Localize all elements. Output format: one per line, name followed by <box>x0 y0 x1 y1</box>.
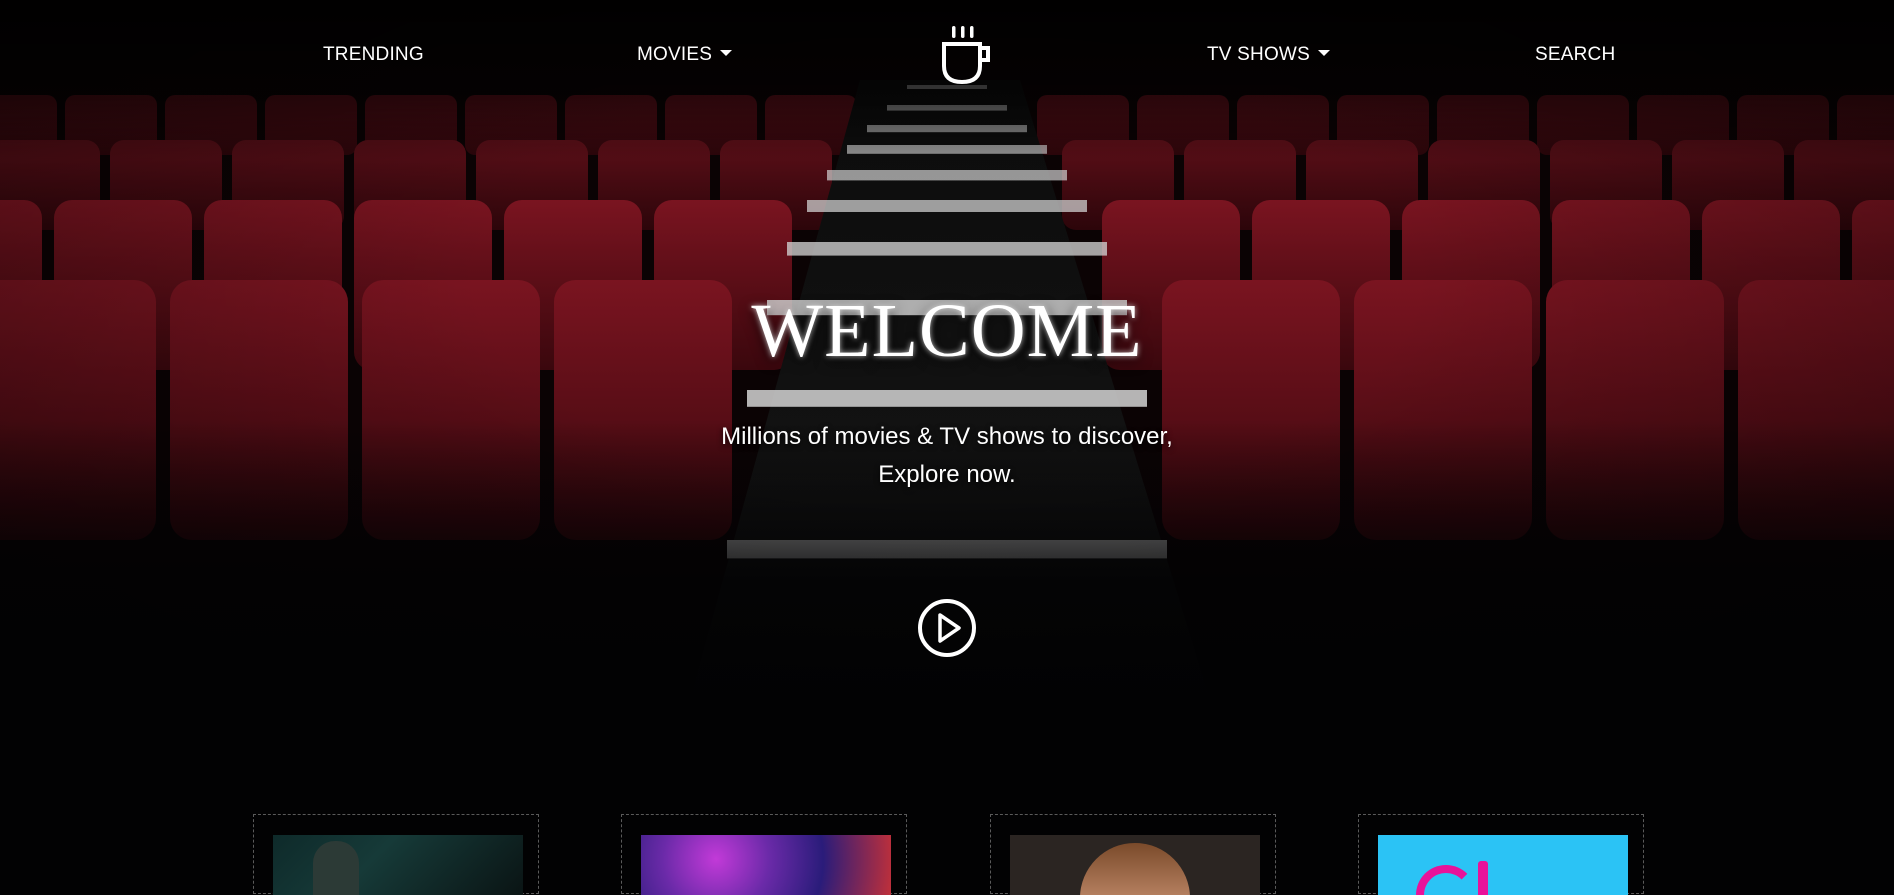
caret-down-icon <box>720 49 733 56</box>
movie-poster <box>1378 835 1628 895</box>
nav-search-link[interactable]: SEARCH <box>1535 44 1615 66</box>
movie-poster <box>273 835 523 895</box>
movie-poster <box>641 835 891 895</box>
coffee-cup-icon[interactable] <box>940 26 992 86</box>
hero-subtitle-line-2: Explore now. <box>878 461 1016 488</box>
movie-card[interactable] <box>253 814 539 895</box>
hero-subtitle-line-1: Millions of movies & TV shows to discove… <box>721 423 1173 450</box>
movie-card[interactable] <box>1358 814 1644 895</box>
play-circle-icon[interactable] <box>917 598 977 658</box>
nav-tv-shows-dropdown[interactable]: TV SHOWS <box>1207 44 1330 66</box>
movie-card[interactable] <box>990 814 1276 895</box>
movie-card[interactable] <box>621 814 907 895</box>
nav-trending-link[interactable]: TRENDING <box>323 44 424 66</box>
nav-movies-label: MOVIES <box>637 44 713 65</box>
nav-tv-shows-label: TV SHOWS <box>1207 44 1310 65</box>
caret-down-icon <box>1317 49 1330 56</box>
nav-movies-dropdown[interactable]: MOVIES <box>637 44 733 66</box>
hero-title: WELCOME <box>751 289 1143 373</box>
main-navigation: TRENDING MOVIES TV SHOWS SEARCH <box>0 0 1894 110</box>
movie-card-row <box>0 814 1894 895</box>
movie-poster <box>1010 835 1260 895</box>
hero-subtitle: Millions of movies & TV shows to discove… <box>0 418 1894 494</box>
